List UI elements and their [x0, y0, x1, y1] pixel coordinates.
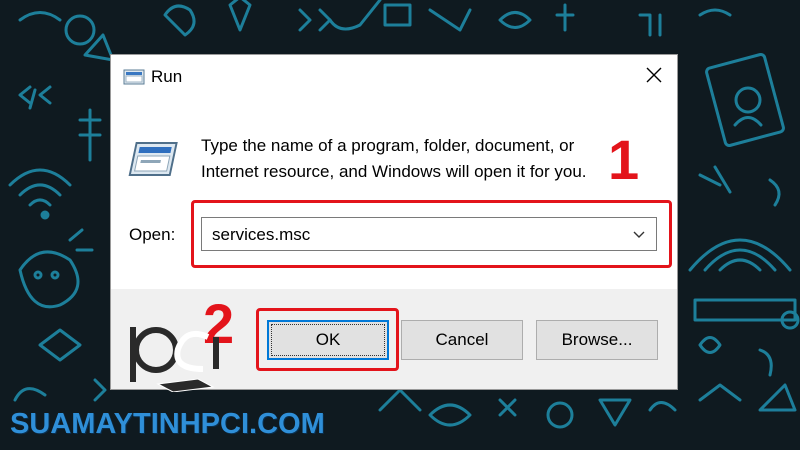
dialog-description: Type the name of a program, folder, docu…: [201, 136, 587, 181]
cancel-button[interactable]: Cancel: [401, 320, 523, 360]
pci-logo-icon: [128, 322, 228, 397]
title-bar[interactable]: Run: [111, 55, 677, 99]
step-1-label: 1: [608, 128, 640, 191]
highlight-open-field: [191, 200, 672, 268]
browse-button[interactable]: Browse...: [536, 320, 658, 360]
open-label: Open:: [129, 225, 175, 245]
close-icon: [646, 67, 662, 88]
close-button[interactable]: [631, 55, 677, 99]
dialog-title: Run: [151, 67, 183, 86]
program-window-icon: [127, 141, 181, 186]
watermark-text: SUAMAYTINHPCI.COM: [10, 408, 325, 440]
run-app-icon: [123, 68, 145, 91]
open-label-text: Open:: [129, 225, 176, 244]
highlight-ok-button: [256, 308, 399, 371]
